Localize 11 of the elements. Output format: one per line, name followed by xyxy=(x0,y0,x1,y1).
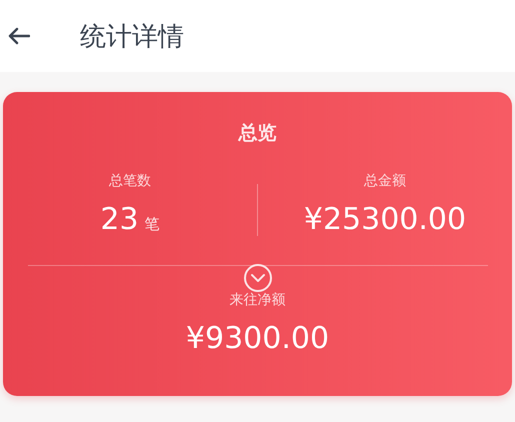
page-title: 统计详情 xyxy=(80,20,184,54)
stat-value: 23 xyxy=(100,202,139,237)
card-title: 总览 xyxy=(238,121,276,146)
stat-value: ¥25300.00 xyxy=(304,202,466,237)
stat-label: 总金额 xyxy=(364,172,406,190)
stat-unit: 笔 xyxy=(144,215,160,234)
back-icon[interactable] xyxy=(8,27,30,45)
net-value: ¥9300.00 xyxy=(186,321,330,356)
stat-label: 总笔数 xyxy=(109,172,151,190)
chevron-down-icon[interactable] xyxy=(242,263,272,293)
net-label: 来往净额 xyxy=(230,291,286,309)
